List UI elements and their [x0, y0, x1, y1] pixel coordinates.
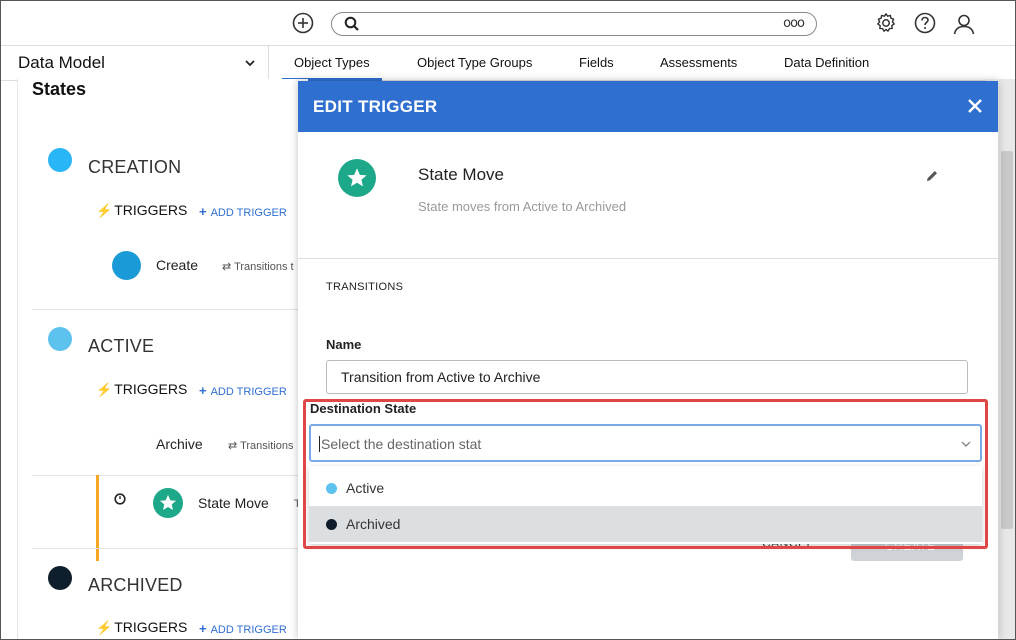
pencil-icon[interactable]	[925, 169, 939, 183]
chevron-down-icon	[245, 60, 255, 67]
top-bar: ooo	[1, 1, 1015, 45]
trigger-state-move-label[interactable]: State Move	[198, 495, 269, 511]
divider	[32, 309, 308, 310]
name-field[interactable]	[326, 360, 968, 394]
plus-icon: +	[199, 204, 207, 219]
state-creation-dot	[48, 148, 72, 172]
data-model-label: Data Model	[18, 53, 105, 72]
trigger-create-label[interactable]: Create	[156, 257, 198, 273]
states-title: States	[32, 79, 87, 99]
destination-state-placeholder: Select the destination stat	[319, 436, 482, 452]
divider	[32, 475, 308, 476]
name-field-label: Name	[326, 337, 362, 352]
plus-circle-icon[interactable]	[292, 12, 314, 34]
clock-icon	[114, 493, 126, 505]
destination-state-dropdown: Active Archived	[309, 466, 982, 544]
data-model-selector[interactable]: Data Model	[1, 46, 269, 80]
state-color-dot	[326, 483, 337, 494]
trigger-description: State moves from Active to Archived	[418, 199, 627, 214]
chevron-down-icon	[961, 441, 971, 447]
trigger-state-move-dot	[153, 488, 183, 518]
plus-icon: +	[199, 621, 207, 636]
tab-fields[interactable]: Fields	[579, 55, 614, 70]
creation-add-trigger-button[interactable]: + ADD TRIGGER	[199, 204, 287, 219]
plus-icon: +	[199, 383, 207, 398]
lightning-icon: ⚡	[96, 382, 113, 397]
search-options-button[interactable]: ooo	[783, 16, 805, 31]
app-window: ooo Data Model Object Types Object Type …	[0, 0, 1016, 640]
swap-icon: ⇄	[228, 440, 241, 452]
trigger-create-transitions: ⇄ Transitions t	[222, 261, 294, 273]
active-add-trigger-button[interactable]: + ADD TRIGGER	[199, 383, 287, 398]
divider	[298, 258, 998, 259]
modal-title: EDIT TRIGGER	[313, 97, 438, 116]
creation-triggers-label: ⚡ TRIGGERS	[96, 202, 188, 218]
state-active-dot	[48, 327, 72, 351]
lightning-icon: ⚡	[96, 203, 113, 218]
archived-triggers-label: ⚡ TRIGGERS	[96, 619, 188, 635]
trigger-type-icon	[338, 159, 376, 197]
star-icon	[347, 168, 367, 187]
state-creation-name: CREATION	[88, 157, 182, 177]
tab-assessments[interactable]: Assessments	[660, 55, 737, 70]
tab-object-types[interactable]: Object Types	[282, 55, 382, 81]
swap-icon: ⇄	[222, 261, 235, 273]
destination-state-label: Destination State	[310, 401, 417, 416]
tab-data-definition[interactable]: Data Definition	[784, 55, 869, 70]
option-archived-label: Archived	[346, 516, 401, 532]
star-icon	[160, 495, 176, 510]
state-archived-name: ARCHIVED	[88, 575, 183, 595]
destination-state-select[interactable]: Select the destination stat	[309, 424, 982, 462]
state-color-dot	[326, 519, 337, 530]
option-active[interactable]: Active	[309, 470, 982, 506]
divider	[32, 548, 308, 549]
trigger-name: State Move	[418, 165, 504, 184]
navigation-bar: Data Model Object Types Object Type Grou…	[1, 45, 1015, 81]
option-archived[interactable]: Archived	[309, 506, 982, 542]
state-active-name: ACTIVE	[88, 336, 155, 356]
gear-icon[interactable]	[875, 12, 897, 34]
search-icon	[344, 16, 359, 31]
close-icon[interactable]	[966, 97, 984, 115]
trigger-archive-label[interactable]: Archive	[156, 436, 203, 452]
option-active-label: Active	[346, 480, 385, 496]
archived-add-trigger-button[interactable]: + ADD TRIGGER	[199, 621, 287, 636]
edit-trigger-modal: EDIT TRIGGER State Move State moves from…	[298, 81, 998, 639]
user-icon[interactable]	[952, 12, 976, 36]
help-circle-icon[interactable]	[914, 12, 936, 34]
modal-header: EDIT TRIGGER	[298, 81, 998, 132]
trigger-archive-transitions: ⇄ Transitions	[228, 440, 294, 452]
trigger-create-dot	[112, 251, 141, 280]
tab-object-type-groups[interactable]: Object Type Groups	[417, 55, 532, 70]
search-input[interactable]: ooo	[331, 12, 817, 36]
state-archived-dot	[48, 566, 72, 590]
active-triggers-label: ⚡ TRIGGERS	[96, 381, 188, 397]
scrollbar-thumb[interactable]	[1001, 151, 1013, 529]
states-panel: States CREATION ⚡ TRIGGERS + ADD TRIGGER C…	[17, 79, 308, 639]
transitions-section-title: TRANSITIONS	[326, 281, 404, 293]
lightning-icon: ⚡	[96, 620, 113, 635]
